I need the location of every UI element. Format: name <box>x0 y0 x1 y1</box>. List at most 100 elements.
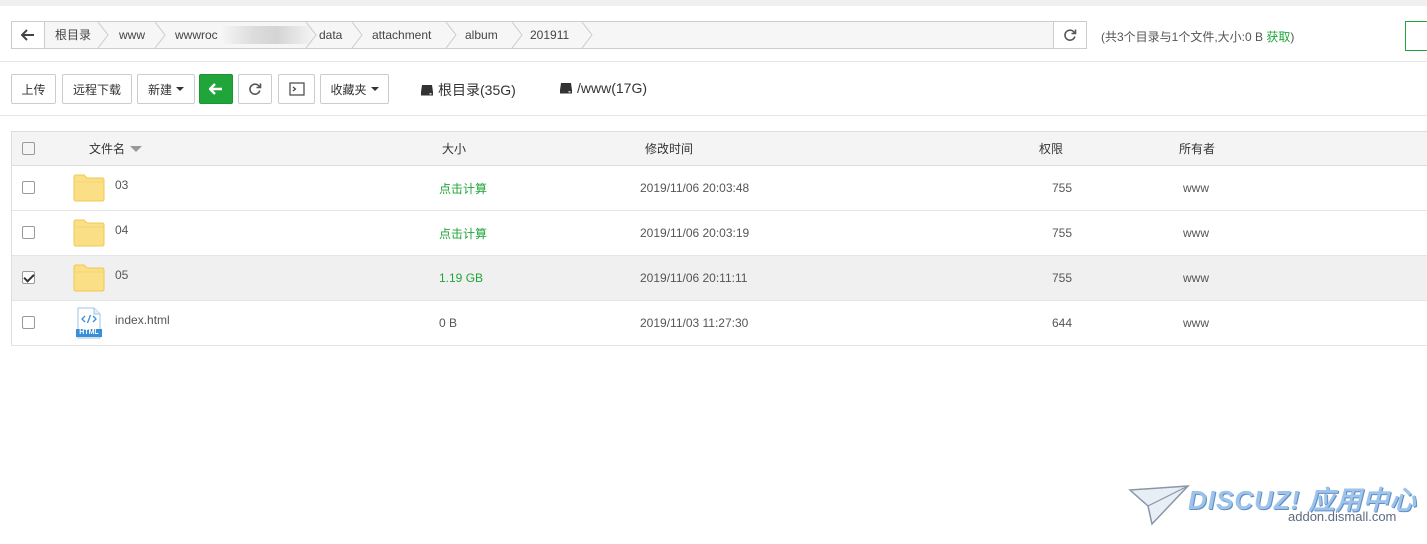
crumb-album[interactable]: album <box>465 22 498 48</box>
crumb-www[interactable]: www <box>119 22 145 48</box>
redacted-blur <box>221 26 315 44</box>
arrow-left-icon <box>21 29 34 41</box>
watermark: DISCUZ! 应用中心 addon.dismall.com <box>1128 480 1418 540</box>
header-name-label: 文件名 <box>89 142 126 156</box>
header-owner[interactable]: 所有者 <box>1179 132 1215 165</box>
favorites-dropdown-button[interactable]: 收藏夹 <box>320 74 389 104</box>
header-mtime[interactable]: 修改时间 <box>645 132 693 165</box>
crumb-attachment[interactable]: attachment <box>372 22 431 48</box>
row-checkbox[interactable] <box>22 226 35 239</box>
crumb-data[interactable]: data <box>319 22 342 48</box>
favorites-label: 收藏夹 <box>330 82 367 97</box>
go-back-button[interactable] <box>199 74 233 104</box>
calc-size-link[interactable]: 1.19 GB <box>439 256 483 300</box>
html-badge-label: HTML <box>79 329 99 336</box>
header-size[interactable]: 大小 <box>442 132 466 165</box>
edge-button[interactable] <box>1405 21 1427 51</box>
new-dropdown-button[interactable]: 新建 <box>137 74 195 104</box>
upload-button[interactable]: 上传 <box>11 74 56 104</box>
crumb-root[interactable]: 根目录 <box>55 22 91 48</box>
crumb-separator-icon <box>581 22 593 48</box>
terminal-button[interactable] <box>278 74 315 104</box>
refresh-button[interactable] <box>238 74 272 104</box>
file-permission[interactable]: 755 <box>1052 166 1072 210</box>
file-table: 文件名 大小 修改时间 权限 所有者 03 点击计算 2019/11/06 20:0… <box>11 131 1427 346</box>
folder-icon[interactable] <box>73 173 105 203</box>
file-mtime: 2019/11/06 20:03:48 <box>640 181 750 195</box>
crumb-site[interactable]: wwwroc <box>175 22 218 48</box>
get-size-link[interactable]: 获取 <box>1266 30 1290 44</box>
divider <box>0 61 1427 62</box>
table-row[interactable]: 05 1.19 GB 2019/11/06 20:11:11 755 www <box>12 256 1427 301</box>
file-mtime: 2019/11/06 20:11:11 <box>640 271 748 285</box>
path-bar: 根目录 www wwwroc data attachment album 201… <box>11 21 1087 49</box>
remote-download-button[interactable]: 远程下载 <box>62 74 132 104</box>
terminal-icon <box>288 82 305 96</box>
header-name[interactable]: 文件名 <box>89 132 143 165</box>
header-mtime-label: 修改时间 <box>645 142 694 156</box>
caret-down-icon <box>176 87 184 91</box>
file-owner[interactable]: www <box>1183 301 1209 345</box>
hard-disk-icon <box>421 85 433 96</box>
folder-icon[interactable] <box>73 218 105 248</box>
refresh-icon <box>1064 29 1077 41</box>
header-perm-label: 权限 <box>1039 142 1064 156</box>
caret-down-icon <box>370 87 379 91</box>
upload-label: 上传 <box>21 82 46 97</box>
file-name[interactable]: 04 <box>115 208 128 252</box>
divider <box>0 115 1427 116</box>
table-row[interactable]: 03 点击计算 2019/11/06 20:03:48 755 www <box>12 166 1427 211</box>
file-owner[interactable]: www <box>1183 256 1209 300</box>
disk-root-label: 根目录(35G) <box>438 82 516 98</box>
folder-icon[interactable] <box>73 263 105 293</box>
row-checkbox[interactable] <box>22 316 35 329</box>
remote-download-label: 远程下载 <box>72 82 121 97</box>
disk-root[interactable]: 根目录(35G) <box>420 80 516 100</box>
disk-www[interactable]: /www(17G) <box>559 80 647 96</box>
crumb-separator-icon <box>511 22 523 48</box>
header-owner-label: 所有者 <box>1179 142 1216 156</box>
arrow-left-icon <box>209 83 222 95</box>
crumb-separator-icon <box>445 22 457 48</box>
paper-plane-icon <box>1128 485 1190 526</box>
calc-size-link[interactable]: 点击计算 <box>439 166 487 210</box>
path-back-button[interactable] <box>12 22 45 48</box>
dir-stats-close: ) <box>1290 30 1295 44</box>
crumb-separator-icon <box>154 22 166 48</box>
table-row[interactable]: HTML index.html 0 B 2019/11/03 11:27:30 644 w… <box>12 301 1427 346</box>
row-checkbox[interactable] <box>22 181 35 194</box>
table-header: 文件名 大小 修改时间 权限 所有者 <box>12 131 1427 166</box>
crumb-201911[interactable]: 201911 <box>530 22 569 48</box>
header-perm[interactable]: 权限 <box>1039 132 1063 165</box>
html-file-icon[interactable]: HTML <box>73 307 105 339</box>
dir-stats: (共3个目录与1个文件,大小:0 B 获取) <box>1101 28 1294 45</box>
crumb-separator-icon <box>351 22 363 48</box>
watermark-url: addon.dismall.com <box>1288 509 1397 524</box>
crumb-separator-icon <box>97 22 109 48</box>
file-name[interactable]: 05 <box>115 253 128 297</box>
file-mtime: 2019/11/03 11:27:30 <box>640 316 749 330</box>
crumb-separator-icon <box>305 22 317 48</box>
file-permission[interactable]: 755 <box>1052 256 1072 300</box>
file-permission[interactable]: 755 <box>1052 211 1072 255</box>
disk-www-label: /www(17G) <box>577 80 648 96</box>
new-label: 新建 <box>147 82 172 97</box>
file-name[interactable]: 03 <box>115 163 128 207</box>
refresh-icon <box>249 83 262 95</box>
hard-disk-icon <box>560 83 572 94</box>
file-name[interactable]: index.html <box>115 298 170 342</box>
row-checkbox[interactable] <box>22 271 35 284</box>
file-permission[interactable]: 644 <box>1052 301 1072 345</box>
path-refresh-button[interactable] <box>1053 22 1086 48</box>
header-size-label: 大小 <box>442 142 467 156</box>
breadcrumb: 根目录 www wwwroc data attachment album 201… <box>45 22 1053 48</box>
calc-size-link[interactable]: 点击计算 <box>439 211 487 255</box>
file-owner[interactable]: www <box>1183 166 1209 210</box>
table-row[interactable]: 04 点击计算 2019/11/06 20:03:19 755 www <box>12 211 1427 256</box>
sort-desc-icon <box>130 145 143 152</box>
file-size: 0 B <box>439 316 458 330</box>
dir-stats-text: (共3个目录与1个文件,大小:0 B <box>1101 30 1267 44</box>
select-all-checkbox[interactable] <box>22 141 35 155</box>
file-mtime: 2019/11/06 20:03:19 <box>640 226 750 240</box>
file-owner[interactable]: www <box>1183 211 1209 255</box>
